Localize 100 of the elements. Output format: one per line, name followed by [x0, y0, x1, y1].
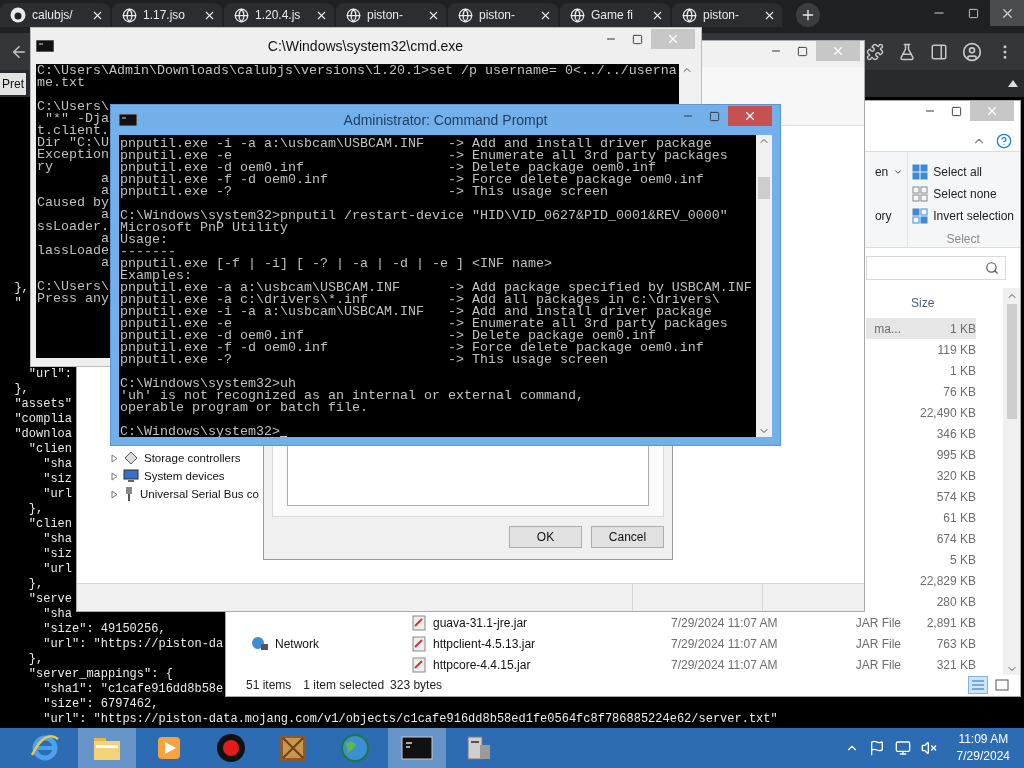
- file-row[interactable]: 1 KB: [901, 360, 976, 381]
- file-row[interactable]: 995 KB: [901, 444, 976, 465]
- size-cell-text: 61 KB: [942, 510, 976, 525]
- maximize-icon: [632, 33, 643, 45]
- ribbon-button[interactable]: Select none: [912, 186, 1014, 202]
- file-row[interactable]: httpcore-4.4.15.jar 7/29/2024 11:07 AM JAR File 321 KB: [411, 654, 1003, 675]
- size-cell-text: 22,829 KB: [918, 573, 976, 588]
- browser-tab[interactable]: piston-: [336, 3, 446, 27]
- dialog-button[interactable]: Cancel: [591, 526, 664, 548]
- console-line: "*" -Dja: [45, 113, 109, 125]
- file-row[interactable]: 5 KB: [901, 549, 976, 570]
- details-view-button[interactable]: [968, 675, 988, 694]
- browser-tab[interactable]: Game fi: [560, 3, 670, 27]
- list-icon: [971, 678, 985, 691]
- file-row[interactable]: 119 KB: [901, 339, 976, 360]
- console-line: C:\Users\: [37, 281, 109, 293]
- file-row[interactable]: httpclient-4.5.13.jar 7/29/2024 11:07 AM JAR File 763 KB: [411, 633, 1003, 654]
- monitor-icon: [123, 468, 139, 484]
- flask-icon[interactable]: [898, 42, 916, 61]
- tree-item[interactable]: Universal Serial Bus co: [111, 485, 259, 503]
- ribbon-button[interactable]: en: [874, 164, 904, 180]
- pretty-print-button[interactable]: Pret: [0, 72, 26, 95]
- box-icon: [278, 733, 308, 763]
- browser-tab[interactable]: 1.20.4.js: [224, 3, 334, 27]
- json-line: "size": 6797462,: [42, 697, 159, 712]
- console-line: pnputil.exe -d oem0.inf -> Delete package oem0.inf: [120, 162, 656, 174]
- json-line: },: [13, 281, 29, 296]
- maximize-icon: [797, 45, 808, 57]
- close-icon: [985, 104, 999, 118]
- console-line: pnputil.exe -f -d oem0.inf -> Force delete package oem0.inf: [120, 174, 704, 186]
- console-line: C:\Users\: [37, 101, 109, 113]
- flag-icon[interactable]: [868, 740, 885, 756]
- puzzle-icon[interactable]: [866, 42, 884, 61]
- scrollbar[interactable]: [1003, 288, 1020, 675]
- json-line: "sha: [42, 607, 72, 622]
- size-cell-text: 346 KB: [935, 426, 976, 441]
- search-field[interactable]: [866, 256, 1006, 280]
- file-row[interactable]: 346 KB: [901, 423, 976, 444]
- file-row[interactable]: 574 KB: [901, 486, 976, 507]
- file-row[interactable]: 22,490 KB: [901, 402, 976, 423]
- console-line: Dir "C:\U: [37, 137, 109, 149]
- console-line: pnputil.exe -d oem0.inf -> Delete package oem0.inf: [120, 330, 656, 342]
- ribbon-button[interactable]: Select all: [912, 164, 1014, 180]
- json-line: },: [27, 652, 44, 667]
- console-line: 'uh' is not recognized as an internal or external command,: [120, 390, 584, 402]
- ribbon-button[interactable]: Invert selection: [912, 208, 1014, 224]
- storage-icon: [123, 450, 139, 466]
- console-line: C:\Windows\system32>: [120, 426, 287, 437]
- file-row[interactable]: 61 KB: [901, 507, 976, 528]
- column-header[interactable]: Size: [901, 296, 976, 310]
- json-line: "sha1": "c1cafe916dd8b58e: [42, 682, 224, 697]
- picture-frame-icon: [995, 678, 1009, 691]
- jar-file-icon: [411, 614, 427, 631]
- scrollbar[interactable]: [756, 135, 772, 437]
- browser-tab[interactable]: calubjs/: [0, 3, 110, 27]
- taskbar-button[interactable]: [388, 728, 446, 768]
- console-line: pnputil.exe -i -a a:\usbcam\USBCAM.INF -> Add and install driver package: [120, 138, 712, 150]
- new-tab-button[interactable]: [796, 3, 820, 27]
- browser-tab[interactable]: piston-: [672, 3, 782, 27]
- file-row[interactable]: 280 KB: [901, 591, 976, 612]
- tree-item[interactable]: System devices: [111, 467, 225, 485]
- browser-tab[interactable]: 1.17.jso: [112, 3, 222, 27]
- json-line: "complia: [13, 412, 72, 427]
- json-line: "size": 49150256,: [42, 622, 166, 637]
- maximize-icon: [967, 7, 979, 19]
- console-line: pnputil.exe -e -> Enumerate all 3rd party packages: [120, 150, 728, 162]
- close-button[interactable]: [990, 0, 1024, 26]
- scrollbar-thumb[interactable]: [1006, 304, 1017, 419]
- json-line: "clien: [27, 517, 72, 532]
- size-cell-text: 22,490 KB: [918, 405, 976, 420]
- file-row[interactable]: 674 KB: [901, 528, 976, 549]
- size-cell-text: 119 KB: [936, 342, 976, 357]
- ribbon-button[interactable]: ory: [874, 208, 904, 224]
- jar-file-icon: [411, 635, 427, 652]
- size-cell-text: 2,891 KB: [925, 615, 976, 630]
- clock[interactable]: 11:09 AM 7/29/2024: [956, 731, 1010, 765]
- network-icon[interactable]: [894, 740, 911, 756]
- file-row[interactable]: ma... 1 KB: [866, 318, 976, 339]
- console-line: me.txt: [37, 77, 85, 89]
- tree-item[interactable]: Storage controllers: [111, 449, 241, 467]
- browser-tab[interactable]: piston-: [448, 3, 558, 27]
- file-row[interactable]: 22,829 KB: [901, 570, 976, 591]
- scrollbar-thumb[interactable]: [758, 177, 770, 199]
- dialog-button[interactable]: OK: [509, 526, 582, 548]
- profile-icon[interactable]: [962, 41, 982, 62]
- side-panel-icon[interactable]: [930, 42, 948, 61]
- console-line: pnputil.exe -i -a a:\usbcam\USBCAM.INF -> Add and install driver package: [120, 306, 712, 318]
- json-line: "url: [42, 562, 72, 577]
- nav-item[interactable]: Network: [251, 633, 319, 654]
- jar-file-icon: [411, 656, 427, 673]
- help-icon[interactable]: [996, 133, 1012, 149]
- speaker-muted-icon[interactable]: [920, 740, 937, 756]
- json-line: "sha: [42, 532, 72, 547]
- file-row[interactable]: 76 KB: [901, 381, 976, 402]
- size-cell-text: 1 KB: [949, 321, 976, 336]
- scroll-up-icon[interactable]: [1008, 80, 1018, 87]
- globe-icon: [570, 7, 585, 23]
- file-row[interactable]: 320 KB: [901, 465, 976, 486]
- globe-icon: [340, 733, 370, 763]
- file-row[interactable]: guava-31.1-jre.jar 7/29/2024 11:07 AM JAR File 2,891 KB: [411, 612, 1003, 633]
